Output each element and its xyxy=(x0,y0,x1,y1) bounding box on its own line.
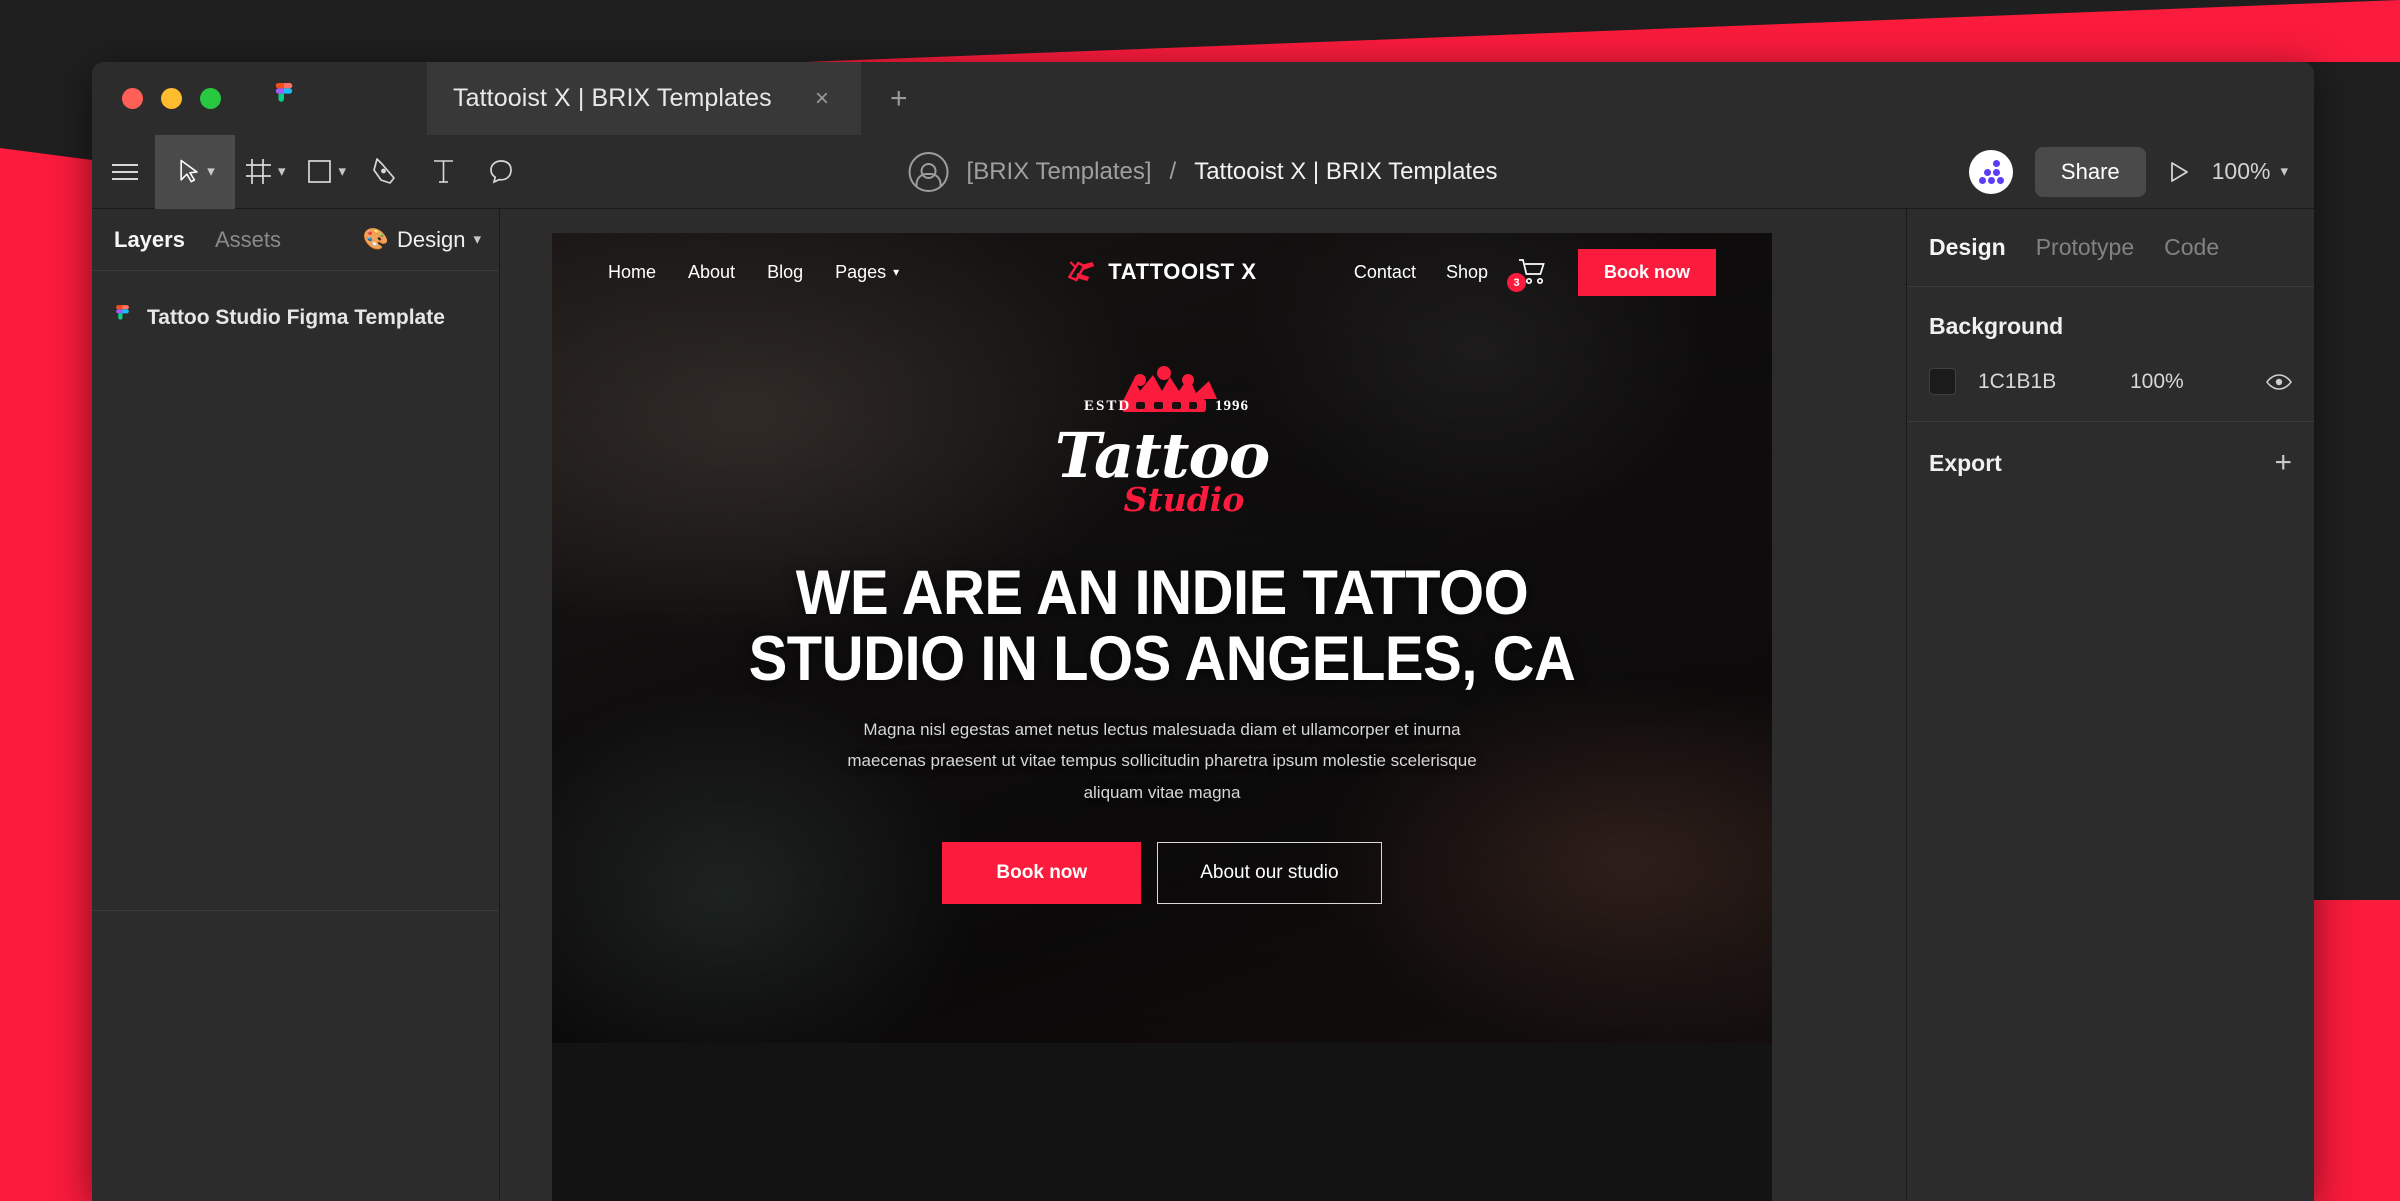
background-section-title: Background xyxy=(1929,313,2064,339)
maximize-window-button[interactable] xyxy=(200,88,221,109)
site-logo-text: TATTOOIST X xyxy=(1108,259,1257,284)
nav-book-now-button[interactable]: Book now xyxy=(1578,248,1716,296)
design-canvas[interactable]: Home About Blog Pages ▾ TATTOOIST X Cont… xyxy=(500,209,1906,1201)
list-item[interactable]: Tattoo Studio Figma Template xyxy=(92,295,499,340)
tab-title: Tattooist X | BRIX Templates xyxy=(453,84,772,112)
layer-name: Tattoo Studio Figma Template xyxy=(147,305,445,329)
hero-cta-group: Book now About our studio xyxy=(942,842,1382,905)
export-section-title: Export xyxy=(1929,449,2002,476)
move-tool[interactable]: ▾ xyxy=(155,134,235,209)
minimize-window-button[interactable] xyxy=(161,88,182,109)
figma-frame-icon xyxy=(114,305,131,330)
hero-about-studio-button[interactable]: About our studio xyxy=(1157,842,1382,905)
main-toolbar: ▾ ▾ ▾ [BRIX Templates] / Tattooist X | B… xyxy=(92,134,2314,209)
navbar-left-links: Home About Blog Pages ▾ xyxy=(608,262,899,283)
crown-icon xyxy=(1122,366,1217,412)
user-avatar-icon xyxy=(908,151,949,192)
nav-link-about[interactable]: About xyxy=(688,262,735,283)
navbar-right-group: Contact Shop 3 Book now xyxy=(1354,248,1716,296)
left-sidebar: Layers Assets 🎨 Design ▾ Tattoo Studio F… xyxy=(92,209,500,1201)
chevron-down-icon[interactable]: ▾ xyxy=(339,164,347,179)
hero-content: ESTD 1996 Tattoo Studio WE ARE AN INDIE … xyxy=(552,357,1772,905)
chevron-down-icon[interactable]: ▾ xyxy=(278,164,286,179)
close-window-button[interactable] xyxy=(122,88,143,109)
breadcrumb-file-name[interactable]: Tattooist X | BRIX Templates xyxy=(1194,158,1497,186)
share-button[interactable]: Share xyxy=(2034,146,2146,197)
shape-tool[interactable]: ▾ xyxy=(296,135,357,209)
pen-tool[interactable] xyxy=(356,135,414,209)
breadcrumb-project[interactable]: [BRIX Templates] xyxy=(967,158,1152,186)
figma-logo-icon xyxy=(273,82,295,115)
hero-headline: WE ARE AN INDIE TATTOO STUDIO IN LOS ANG… xyxy=(748,558,1576,694)
tab-design[interactable]: Design xyxy=(1929,234,2006,261)
site-next-section xyxy=(552,1043,1772,1201)
tab-prototype[interactable]: Prototype xyxy=(2036,234,2134,261)
browser-tab-bar: Tattooist X | BRIX Templates × + xyxy=(92,62,2314,135)
nav-link-pages[interactable]: Pages ▾ xyxy=(835,262,899,283)
hamburger-menu-icon[interactable] xyxy=(95,135,155,209)
svg-text:Studio: Studio xyxy=(1124,480,1245,519)
editor-body: Layers Assets 🎨 Design ▾ Tattoo Studio F… xyxy=(92,209,2314,1201)
site-hero-section: Home About Blog Pages ▾ TATTOOIST X Cont… xyxy=(552,233,1772,1043)
canvas-frame[interactable]: Home About Blog Pages ▾ TATTOOIST X Cont… xyxy=(552,233,1772,1201)
eye-icon[interactable] xyxy=(2266,373,2292,391)
breadcrumb-separator: / xyxy=(1169,157,1177,185)
frame-tool[interactable]: ▾ xyxy=(235,135,296,209)
chevron-down-icon[interactable]: ▾ xyxy=(473,232,481,247)
breadcrumb: [BRIX Templates] / Tattooist X | BRIX Te… xyxy=(908,151,1497,192)
close-icon[interactable]: × xyxy=(809,86,835,111)
nav-link-blog[interactable]: Blog xyxy=(767,262,803,283)
color-swatch[interactable] xyxy=(1929,368,1956,395)
page-selector-label: Design xyxy=(396,226,466,252)
site-logo[interactable]: TATTOOIST X xyxy=(1067,259,1256,285)
plus-icon[interactable]: + xyxy=(2274,448,2292,478)
text-tool[interactable] xyxy=(414,135,472,209)
layers-list: Tattoo Studio Figma Template xyxy=(92,271,499,910)
tattoo-machine-icon xyxy=(1067,259,1097,285)
zoom-level-label: 100% xyxy=(2211,158,2271,184)
color-hex-input[interactable]: 1C1B1B xyxy=(1978,370,2108,394)
nav-link-shop[interactable]: Shop xyxy=(1446,262,1488,283)
nav-link-contact[interactable]: Contact xyxy=(1354,262,1416,283)
tab-layers[interactable]: Layers xyxy=(114,227,185,253)
left-sidebar-tabs: Layers Assets 🎨 Design ▾ xyxy=(92,209,499,271)
chevron-down-icon: ▾ xyxy=(893,265,900,279)
tab-assets[interactable]: Assets xyxy=(215,227,281,253)
chevron-down-icon[interactable]: ▾ xyxy=(207,164,215,179)
page-selector[interactable]: 🎨 Design ▾ xyxy=(363,227,481,253)
left-sidebar-footer xyxy=(92,911,499,1201)
cart-badge: 3 xyxy=(1507,273,1526,292)
editor-tab[interactable]: Tattooist X | BRIX Templates × xyxy=(427,62,861,135)
comment-tool[interactable] xyxy=(472,135,530,209)
nav-link-pages-label: Pages xyxy=(835,261,887,282)
palette-icon: 🎨 xyxy=(362,227,389,251)
site-navbar: Home About Blog Pages ▾ TATTOOIST X Cont… xyxy=(552,233,1772,311)
tattoo-studio-logo: ESTD 1996 Tattoo Studio xyxy=(1012,357,1312,525)
right-sidebar-tabs: Design Prototype Code xyxy=(1907,209,2314,287)
background-section: Background 1C1B1B 100% xyxy=(1907,287,2314,422)
tab-code[interactable]: Code xyxy=(2164,234,2219,261)
hero-subtext: Magna nisl egestas amet netus lectus mal… xyxy=(847,720,1477,802)
svg-text:ESTD: ESTD xyxy=(1084,398,1131,414)
toolbar-right-group: Share 100% ▾ xyxy=(1968,146,2288,197)
hero-book-now-button[interactable]: Book now xyxy=(942,842,1142,905)
zoom-control[interactable]: 100% ▾ xyxy=(2212,158,2288,185)
chevron-down-icon[interactable]: ▾ xyxy=(2280,164,2288,179)
svg-text:1996: 1996 xyxy=(1215,398,1249,414)
background-fill-row: 1C1B1B 100% xyxy=(1929,368,2292,395)
window-traffic-lights xyxy=(122,88,221,109)
new-tab-button[interactable]: + xyxy=(890,83,908,114)
play-triangle-icon[interactable] xyxy=(2168,160,2190,184)
shopping-cart-icon[interactable]: 3 xyxy=(1507,258,1548,292)
nav-link-home[interactable]: Home xyxy=(608,262,656,283)
figma-app-window: Tattooist X | BRIX Templates × + ▾ ▾ ▾ [… xyxy=(92,62,2314,1201)
collaborator-avatar[interactable] xyxy=(1968,149,2013,194)
export-section: Export + xyxy=(1907,422,2314,504)
opacity-input[interactable]: 100% xyxy=(2130,370,2184,394)
right-sidebar: Design Prototype Code Background 1C1B1B … xyxy=(1906,209,2314,1201)
